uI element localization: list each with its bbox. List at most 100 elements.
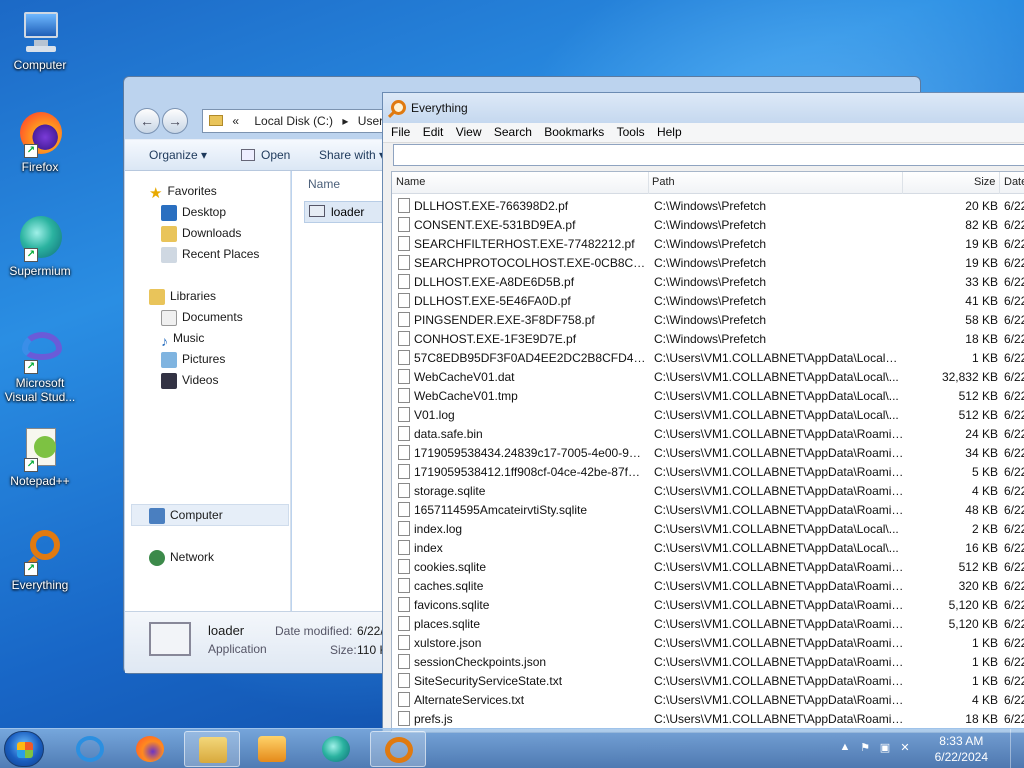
column-header-date[interactable]: Date bbox=[1004, 176, 1024, 188]
result-row[interactable]: 1657114595AmcateirvtiSty.sqlite C:\Users\… bbox=[392, 500, 1024, 519]
nav-favorites[interactable]: ★ Favorites bbox=[149, 181, 217, 202]
result-date: 6/22 bbox=[1004, 598, 1024, 612]
result-row[interactable]: 1719059538434.24839c17-7005-4e00-9185-..… bbox=[392, 443, 1024, 462]
nav-recent-places[interactable]: Recent Places bbox=[161, 244, 259, 264]
result-size: 48 KB bbox=[965, 503, 998, 517]
result-row[interactable]: cookies.sqlite C:\Users\VM1.COLLABNET\App… bbox=[392, 557, 1024, 576]
result-row[interactable]: V01.log C:\Users\VM1.COLLABNET\AppData\Lo… bbox=[392, 405, 1024, 424]
menu-search[interactable]: Search bbox=[486, 123, 532, 139]
result-path: C:\Users\VM1.COLLABNET\AppData\Roamin... bbox=[654, 446, 904, 460]
everything-window[interactable]: Everything File Edit View Search Bookmar… bbox=[382, 92, 1024, 733]
nav-pictures[interactable]: Pictures bbox=[161, 349, 225, 369]
result-row[interactable]: DLLHOST.EXE-A8DE6D5B.pf C:\Windows\Prefet… bbox=[392, 272, 1024, 291]
taskbar-supermium[interactable] bbox=[308, 731, 364, 767]
network-tray-icon[interactable]: ▣ bbox=[878, 741, 892, 755]
taskbar-media-player[interactable] bbox=[244, 731, 300, 767]
desktop-icon-supermium[interactable]: ↗ Supermium bbox=[4, 214, 76, 278]
result-row[interactable]: WebCacheV01.tmp C:\Users\VM1.COLLABNET\Ap… bbox=[392, 386, 1024, 405]
result-row[interactable]: 1719059538412.1ff908cf-04ce-42be-87f4-3.… bbox=[392, 462, 1024, 481]
column-header-size[interactable]: Size bbox=[974, 176, 995, 188]
back-button[interactable]: ← bbox=[134, 108, 160, 134]
taskbar-file-explorer[interactable] bbox=[184, 731, 240, 767]
result-row[interactable]: storage.sqlite C:\Users\VM1.COLLABNET\App… bbox=[392, 481, 1024, 500]
result-path: C:\Windows\Prefetch bbox=[654, 256, 767, 270]
result-row[interactable]: CONHOST.EXE-1F3E9D7E.pf C:\Windows\Prefet… bbox=[392, 329, 1024, 348]
nav-network[interactable]: Network bbox=[149, 547, 214, 567]
desktop-icon-notepad-plus-plus[interactable]: ↗ Notepad++ bbox=[4, 424, 76, 488]
file-item-loader[interactable]: loader bbox=[304, 201, 384, 223]
file-icon bbox=[398, 692, 410, 707]
visual-studio-icon: ↗ bbox=[16, 326, 64, 374]
result-name: 1719059538412.1ff908cf-04ce-42be-87f4-3.… bbox=[414, 465, 646, 479]
taskbar-internet-explorer[interactable] bbox=[62, 731, 118, 767]
menu-bookmarks[interactable]: Bookmarks bbox=[536, 123, 604, 139]
show-desktop-button[interactable] bbox=[1010, 729, 1024, 768]
menu-tools[interactable]: Tools bbox=[609, 123, 645, 139]
result-row[interactable]: AlternateServices.txt C:\Users\VM1.COLLAB… bbox=[392, 690, 1024, 709]
breadcrumb-local-disk[interactable]: Local Disk (C:) bbox=[254, 114, 333, 128]
nav-computer[interactable]: Computer bbox=[149, 505, 223, 525]
open-button[interactable]: Open bbox=[261, 148, 290, 162]
file-icon bbox=[398, 540, 410, 555]
column-header-name[interactable]: Name bbox=[396, 176, 425, 188]
result-row[interactable]: prefs.js C:\Users\VM1.COLLABNET\AppData\R… bbox=[392, 709, 1024, 728]
result-row[interactable]: xulstore.json C:\Users\VM1.COLLABNET\AppD… bbox=[392, 633, 1024, 652]
clock-date: 6/22/2024 bbox=[934, 750, 988, 764]
breadcrumb-overflow[interactable]: « bbox=[232, 114, 239, 128]
organize-button[interactable]: Organize ▾ bbox=[149, 148, 207, 162]
nav-downloads[interactable]: Downloads bbox=[161, 223, 241, 243]
nav-libraries[interactable]: Libraries bbox=[149, 286, 216, 306]
nav-videos[interactable]: Videos bbox=[161, 370, 218, 390]
result-row[interactable]: CONSENT.EXE-531BD9EA.pf C:\Windows\Prefet… bbox=[392, 215, 1024, 234]
result-row[interactable]: favicons.sqlite C:\Users\VM1.COLLABNET\Ap… bbox=[392, 595, 1024, 614]
result-name: index.log bbox=[414, 522, 463, 536]
result-row[interactable]: WebCacheV01.dat C:\Users\VM1.COLLABNET\Ap… bbox=[392, 367, 1024, 386]
menu-view[interactable]: View bbox=[448, 123, 482, 139]
column-header-path[interactable]: Path bbox=[652, 176, 675, 188]
result-row[interactable]: data.safe.bin C:\Users\VM1.COLLABNET\AppD… bbox=[392, 424, 1024, 443]
share-with-button[interactable]: Share with ▾ bbox=[319, 148, 385, 162]
result-size: 32,832 KB bbox=[941, 370, 998, 384]
result-row[interactable]: SEARCHPROTOCOLHOST.EXE-0CB8CADE... C:\Win… bbox=[392, 253, 1024, 272]
desktop-icon-firefox[interactable]: ↗ Firefox bbox=[4, 110, 76, 174]
search-input[interactable] bbox=[393, 144, 1024, 166]
clock[interactable]: 8:33 AM 6/22/2024 bbox=[935, 733, 988, 765]
pictures-icon bbox=[161, 351, 177, 368]
computer-icon bbox=[149, 507, 165, 524]
taskbar-everything[interactable] bbox=[370, 731, 426, 767]
start-button[interactable] bbox=[4, 731, 44, 767]
result-row[interactable]: DLLHOST.EXE-5E46FA0D.pf C:\Windows\Prefet… bbox=[392, 291, 1024, 310]
show-hidden-icons-icon[interactable]: ▲ bbox=[838, 741, 852, 755]
result-row[interactable]: SEARCHFILTERHOST.EXE-77482212.pf C:\Windo… bbox=[392, 234, 1024, 253]
result-row[interactable]: index C:\Users\VM1.COLLABNET\AppData\Loca… bbox=[392, 538, 1024, 557]
desktop-icon-everything[interactable]: ↗ Everything bbox=[4, 528, 76, 592]
action-center-flag-icon[interactable]: ⚑ bbox=[858, 741, 872, 755]
volume-muted-icon[interactable]: ✕ bbox=[898, 741, 912, 755]
result-row[interactable]: DLLHOST.EXE-766398D2.pf C:\Windows\Prefet… bbox=[392, 196, 1024, 215]
menu-file[interactable]: File bbox=[383, 123, 410, 139]
taskbar-firefox[interactable] bbox=[122, 731, 178, 767]
breadcrumb-separator-icon: ▸ bbox=[342, 114, 349, 128]
result-date: 6/22 bbox=[1004, 579, 1024, 593]
nav-documents[interactable]: Documents bbox=[161, 307, 243, 327]
result-row[interactable]: PINGSENDER.EXE-3F8DF758.pf C:\Windows\Pre… bbox=[392, 310, 1024, 329]
result-row[interactable]: 57C8EDB95DF3F0AD4EE2DC2B8CFD4157 C:\Users… bbox=[392, 348, 1024, 367]
nav-music[interactable]: ♪ Music bbox=[161, 328, 204, 349]
desktop-icon-visual-studio[interactable]: ↗ Microsoft Visual Stud... bbox=[4, 326, 76, 404]
forward-button[interactable]: → bbox=[162, 108, 188, 134]
details-date-label: Date modified: bbox=[275, 624, 353, 638]
result-row[interactable]: places.sqlite C:\Users\VM1.COLLABNET\AppD… bbox=[392, 614, 1024, 633]
desktop-icon-computer[interactable]: Computer bbox=[4, 8, 76, 72]
result-row[interactable]: index.log C:\Users\VM1.COLLABNET\AppData\… bbox=[392, 519, 1024, 538]
everything-titlebar[interactable]: Everything bbox=[383, 93, 1024, 123]
result-date: 6/22 bbox=[1004, 541, 1024, 555]
nav-desktop[interactable]: Desktop bbox=[161, 202, 226, 222]
menu-help[interactable]: Help bbox=[649, 123, 682, 139]
menu-edit[interactable]: Edit bbox=[415, 123, 444, 139]
result-size: 1 KB bbox=[971, 351, 998, 365]
result-row[interactable]: SiteSecurityServiceState.txt C:\Users\VM1… bbox=[392, 671, 1024, 690]
result-row[interactable]: caches.sqlite C:\Users\VM1.COLLABNET\AppD… bbox=[392, 576, 1024, 595]
column-header-name[interactable]: Name bbox=[308, 177, 340, 191]
results-list[interactable]: Name Path Size Date DLLHOST.EXE-766398D2… bbox=[391, 171, 1024, 733]
result-row[interactable]: sessionCheckpoints.json C:\Users\VM1.COLL… bbox=[392, 652, 1024, 671]
